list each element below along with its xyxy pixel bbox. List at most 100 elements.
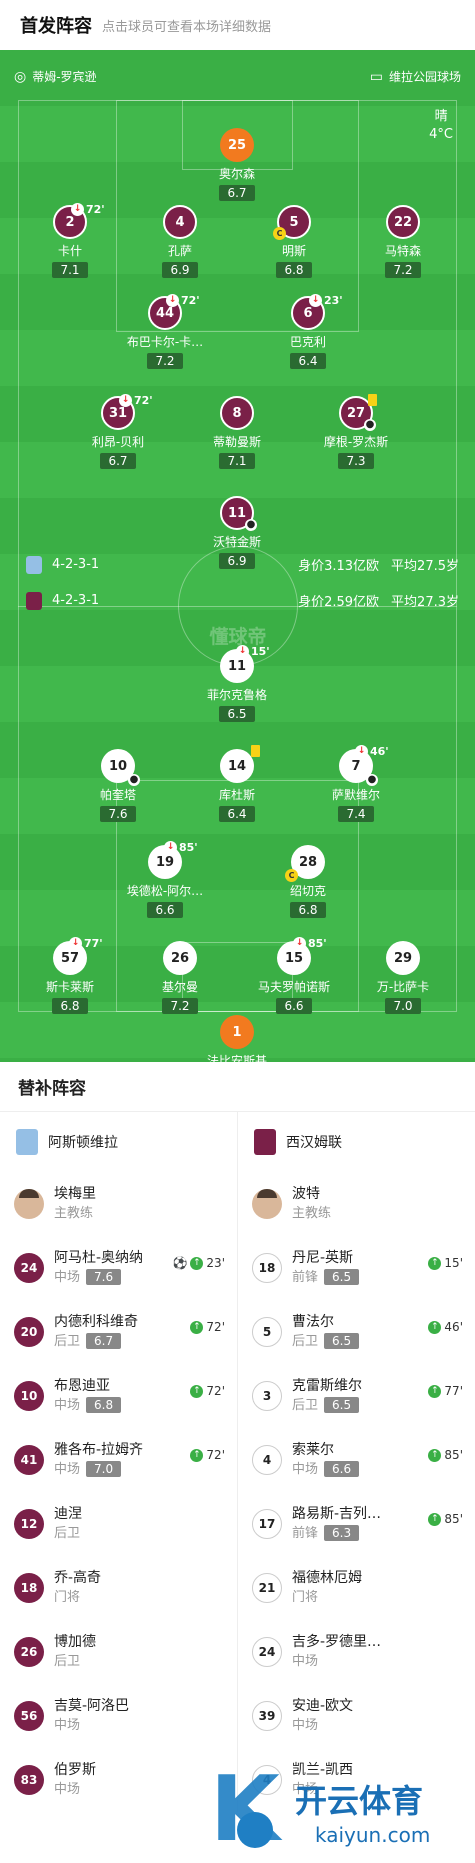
goal-ball-icon: ⚽	[172, 1256, 188, 1270]
sub-player-name: 内德利科维奇	[54, 1314, 138, 1330]
player-home[interactable]: 22 马特森 7.2	[363, 205, 443, 278]
home-value: 身价3.13亿欧	[298, 559, 380, 574]
player-rating: 6.9	[219, 553, 255, 569]
player-name: 基尔曼	[161, 980, 198, 994]
sub-player-row[interactable]: 56 吉莫-阿洛巴 中场	[0, 1684, 237, 1748]
sub-on-icon: ↑	[190, 1320, 204, 1334]
player-name: 万-比萨卡	[376, 980, 430, 994]
home-team-header[interactable]: 阿斯顿维拉	[0, 1112, 237, 1172]
sub-time: 72'	[181, 294, 200, 307]
sub-player-number: 5	[252, 1317, 282, 1347]
sub-player-row[interactable]: 4 索莱尔 中场 6.6 ↑ 85'	[238, 1428, 475, 1492]
player-rating: 6.6	[147, 902, 183, 918]
sub-on-indicator: ↑ 85'	[428, 1448, 463, 1462]
page-header: 首发阵容 点击球员可查看本场详细数据	[0, 0, 475, 50]
sub-player-name: 福德林厄姆	[292, 1570, 362, 1586]
player-home[interactable]: 8 蒂勒曼斯 7.1	[197, 396, 277, 469]
player-away[interactable]: 7 ↓ 46' ● 萨默维尔 7.4	[316, 745, 396, 822]
sub-player-position: 后卫	[292, 1398, 319, 1413]
player-home[interactable]: 4 孔萨 6.9	[140, 205, 220, 278]
player-away[interactable]: 29 万-比萨卡 7.0	[363, 941, 443, 1014]
sub-player-row[interactable]: 26 博加德 后卫	[0, 1620, 237, 1684]
player-name: 布巴卡尔-卡…	[126, 335, 204, 349]
player-home[interactable]: 11 ● 沃特金斯 6.9	[197, 496, 277, 569]
player-home[interactable]: 25 奥尔森 6.7	[197, 128, 277, 201]
sub-player-name: 吉多-罗德里…	[292, 1634, 382, 1650]
player-home[interactable]: 44 ↓ 72' 布巴卡尔-卡… 7.2	[125, 294, 205, 369]
player-away[interactable]: 57 ↓ 77' 斯卡莱斯 6.8	[30, 937, 110, 1014]
player-away[interactable]: 26 基尔曼 7.2	[140, 941, 220, 1014]
subs-section-title: 替补阵容	[0, 1062, 475, 1112]
player-number: 25	[220, 128, 254, 162]
sub-player-row[interactable]: 5 曹法尔 后卫 6.5 ↑ 46'	[238, 1300, 475, 1364]
sub-player-number: 20	[14, 1317, 44, 1347]
player-away[interactable]: 28 C 绍切克 6.8	[268, 845, 348, 918]
player-rating: 6.4	[290, 353, 326, 369]
sub-player-number: 41	[14, 1445, 44, 1475]
sub-player-row[interactable]: 10 布恩迪亚 中场 6.8 ↑ 72'	[0, 1364, 237, 1428]
player-away[interactable]: 19 ↓ 85' 埃德松-阿尔… 6.6	[125, 841, 205, 918]
sub-on-indicator: ↑ 15'	[428, 1256, 463, 1270]
player-name: 菲尔克鲁格	[206, 688, 267, 702]
sub-player-row[interactable]: 24 吉多-罗德里… 中场	[238, 1620, 475, 1684]
player-away[interactable]: 10 ● 帕奎塔 7.6	[78, 749, 158, 822]
player-away[interactable]: 11 ↓ 15' 菲尔克鲁格 6.5	[197, 645, 277, 722]
player-number: 11 ↓ 15'	[220, 645, 270, 683]
sub-player-position: 中场	[54, 1782, 81, 1797]
sub-player-row[interactable]: 3 克雷斯维尔 后卫 6.5 ↑ 77'	[238, 1364, 475, 1428]
player-home[interactable]: 31 ↓ 72' 利昂-贝利 6.7	[78, 394, 158, 469]
page-subtitle: 点击球员可查看本场详细数据	[102, 19, 272, 35]
sub-time: 85'	[308, 937, 327, 950]
player-name: 法比安斯基	[206, 1054, 267, 1062]
sub-player-number: 17	[252, 1509, 282, 1539]
player-rating: 6.5	[219, 706, 255, 722]
sub-on-time: 72'	[206, 1384, 225, 1398]
sub-player-row[interactable]: 17 路易斯-吉列… 前锋 6.3 ↑ 85'	[238, 1492, 475, 1556]
sub-player-rating: 6.3	[324, 1525, 360, 1541]
player-rating: 6.4	[219, 806, 255, 822]
player-number: 5C	[273, 205, 311, 240]
sub-player-number: 3	[252, 1381, 282, 1411]
sub-player-number: 10	[14, 1381, 44, 1411]
sub-player-row[interactable]: 21 福德林厄姆 门将	[238, 1556, 475, 1620]
player-number: 29	[386, 941, 420, 975]
sub-on-icon: ↑	[428, 1320, 442, 1334]
player-home[interactable]: 6 ↓ 23' 巴克利 6.4	[268, 294, 348, 369]
sub-player-rating: 6.5	[324, 1397, 360, 1413]
sub-off-indicator: ↓ 72'	[71, 203, 105, 216]
sub-player-rating: 7.6	[86, 1269, 122, 1285]
sub-time: 72'	[134, 394, 153, 407]
home-coach[interactable]: 埃梅里 主教练	[0, 1172, 237, 1236]
sub-player-name: 索莱尔	[292, 1442, 334, 1458]
player-rating: 7.2	[385, 262, 421, 278]
sub-on-time: 15'	[444, 1256, 463, 1270]
sub-off-indicator: ↓ 85'	[164, 841, 198, 854]
sub-player-row[interactable]: 41 雅各布-拉姆齐 中场 7.0 ↑ 72'	[0, 1428, 237, 1492]
sub-player-rating: 7.0	[86, 1461, 122, 1477]
sub-player-row[interactable]: 18 丹尼-英斯 前锋 6.5 ↑ 15'	[238, 1236, 475, 1300]
player-away[interactable]: 14 库杜斯 6.4	[197, 745, 277, 822]
player-away[interactable]: 15 ↓ 85' 马夫罗帕诺斯 6.6	[254, 937, 334, 1014]
away-team-header[interactable]: 西汉姆联	[238, 1112, 475, 1172]
player-rating: 7.1	[52, 262, 88, 278]
sub-off-indicator: ↓ 72'	[166, 294, 200, 307]
away-coach[interactable]: 波特 主教练	[238, 1172, 475, 1236]
sub-player-number: 18	[252, 1253, 282, 1283]
sub-off-icon: ↓	[71, 203, 84, 216]
sub-player-row[interactable]: 20 内德利科维奇 后卫 6.7 ↑ 72'	[0, 1300, 237, 1364]
player-rating: 7.2	[162, 998, 198, 1014]
sub-player-row[interactable]: 39 安迪-欧文 中场	[238, 1684, 475, 1748]
sub-player-position: 后卫	[54, 1526, 81, 1541]
player-away[interactable]: 1法比安斯基6.9	[197, 1015, 277, 1062]
player-home[interactable]: 2 ↓ 72' 卡什 7.1	[30, 203, 110, 278]
player-home[interactable]: 27 ● 摩根-罗杰斯 7.3	[316, 394, 396, 469]
sub-player-row[interactable]: 12 迪涅 后卫	[0, 1492, 237, 1556]
sub-off-indicator: ↓ 85'	[293, 937, 327, 950]
sub-off-icon: ↓	[355, 745, 368, 758]
sub-player-rating: 6.8	[86, 1397, 122, 1413]
player-home[interactable]: 5 C 明斯 6.8	[254, 205, 334, 278]
kaiyun-watermark-logo: K 开云体育 kaiyun.com	[210, 1760, 430, 1860]
sub-player-row[interactable]: 18 乔-高奇 门将	[0, 1556, 237, 1620]
sub-player-number: 18	[14, 1573, 44, 1603]
sub-player-row[interactable]: 24 阿马杜-奥纳纳 中场 7.6 ⚽ ↑ 23'	[0, 1236, 237, 1300]
